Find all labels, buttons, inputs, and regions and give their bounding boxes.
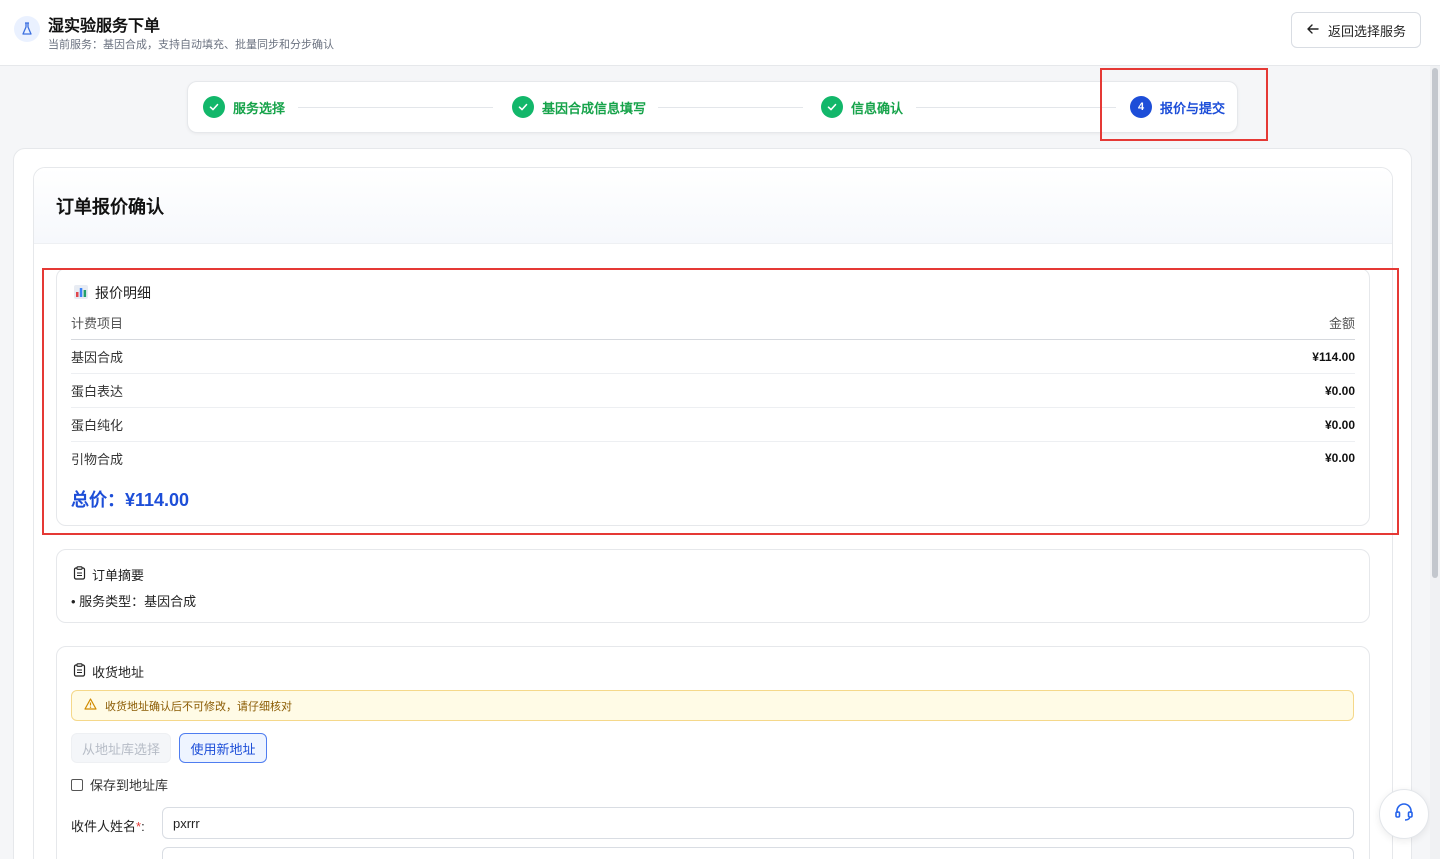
step-info-confirm[interactable]: 信息确认 (821, 96, 903, 118)
step-label: 基因合成信息填写 (542, 100, 647, 116)
card-header: 订单报价确认 (34, 168, 1392, 244)
order-summary-title-text: 订单摘要 (92, 568, 145, 583)
shipping-address-title: 收货地址 (73, 662, 144, 681)
back-button-label: 返回选择服务 (1327, 23, 1406, 39)
row-item: 蛋白表达 (71, 384, 124, 399)
headset-icon (1393, 801, 1415, 828)
page-scrollbar[interactable] (1430, 66, 1440, 859)
step-service-select[interactable]: 服务选择 (203, 96, 285, 118)
save-to-library-checkbox[interactable] (71, 778, 83, 791)
column-header-item: 计费项目 (71, 316, 124, 331)
row-amount: ¥0.00 (1324, 417, 1355, 432)
page-title: 湿实验服务下单 (48, 18, 161, 35)
step-label: 服务选择 (233, 100, 286, 116)
save-to-library-checkbox-row[interactable]: 保存到地址库 (71, 775, 168, 794)
recipient-name-input[interactable]: pxrrr (162, 807, 1354, 839)
card-title: 订单报价确认 (56, 197, 164, 217)
recipient-name-label: 收件人姓名*: (71, 816, 145, 835)
step-connector (298, 107, 493, 108)
check-icon (203, 96, 225, 118)
table-row: 蛋白表达 ¥0.00 (71, 374, 1355, 408)
order-summary-panel (56, 549, 1370, 623)
summary-service-type: • 服务类型：基因合成 (71, 594, 197, 609)
table-row: 基因合成 ¥114.00 (71, 340, 1355, 374)
address-warning-text: 收货地址确认后不可修改，请仔细核对 (105, 700, 292, 713)
warning-icon (84, 698, 97, 713)
back-to-service-button[interactable]: 返回选择服务 (1291, 12, 1421, 48)
order-summary-title: 订单摘要 (73, 565, 144, 584)
step-label: 报价与提交 (1160, 100, 1226, 116)
check-icon (821, 96, 843, 118)
row-amount: ¥0.00 (1324, 451, 1355, 465)
row-item: 引物合成 (71, 451, 124, 467)
customer-support-button[interactable] (1379, 789, 1429, 839)
clipboard-icon (73, 663, 86, 680)
arrow-left-icon (1306, 22, 1320, 39)
recipient-name-label-text: 收件人姓名 (71, 819, 137, 834)
page-subtitle: 当前服务：基因合成，支持自动填充、批量同步和分步确认 (48, 39, 334, 51)
row-amount: ¥0.00 (1324, 383, 1355, 398)
address-warning-alert: 收货地址确认后不可修改，请仔细核对 (71, 690, 1354, 721)
quote-panel-title: 报价明细 (73, 283, 151, 303)
clipboard-icon (73, 566, 86, 583)
scrollbar-thumb[interactable] (1432, 68, 1438, 578)
step-connector (916, 107, 1116, 108)
table-row: 蛋白纯化 ¥0.00 (71, 408, 1355, 442)
label-colon: : (141, 819, 145, 834)
step-quote-submit[interactable]: 4 报价与提交 (1130, 96, 1225, 118)
quote-table-header: 计费项目 金额 (71, 306, 1355, 340)
row-item: 蛋白纯化 (71, 418, 124, 433)
use-new-address-button[interactable]: 使用新地址 (179, 733, 267, 763)
total-price: 总价：¥114.00 (71, 490, 190, 510)
progress-stepper: 服务选择 基因合成信息填写 信息确认 4 报价与提交 (187, 81, 1238, 133)
page-header: 湿实验服务下单 当前服务：基因合成，支持自动填充、批量同步和分步确认 返回选择服… (0, 0, 1440, 66)
check-icon (512, 96, 534, 118)
step-gene-synthesis-info[interactable]: 基因合成信息填写 (512, 96, 646, 118)
recipient-phone-input[interactable] (162, 847, 1354, 859)
step-label: 信息确认 (851, 100, 904, 116)
flask-icon (14, 16, 40, 42)
column-header-amount: 金额 (1328, 316, 1355, 331)
shipping-address-title-text: 收货地址 (92, 665, 145, 680)
table-row: 引物合成 ¥0.00 (71, 441, 1355, 475)
bar-chart-icon (73, 284, 89, 303)
quote-title-text: 报价明细 (95, 285, 151, 301)
step-connector (658, 107, 803, 108)
row-amount: ¥114.00 (1312, 349, 1355, 364)
row-item: 基因合成 (71, 350, 124, 365)
save-to-library-label: 保存到地址库 (90, 778, 169, 793)
step-number: 4 (1130, 96, 1152, 118)
select-from-address-library-button[interactable]: 从地址库选择 (71, 733, 171, 763)
